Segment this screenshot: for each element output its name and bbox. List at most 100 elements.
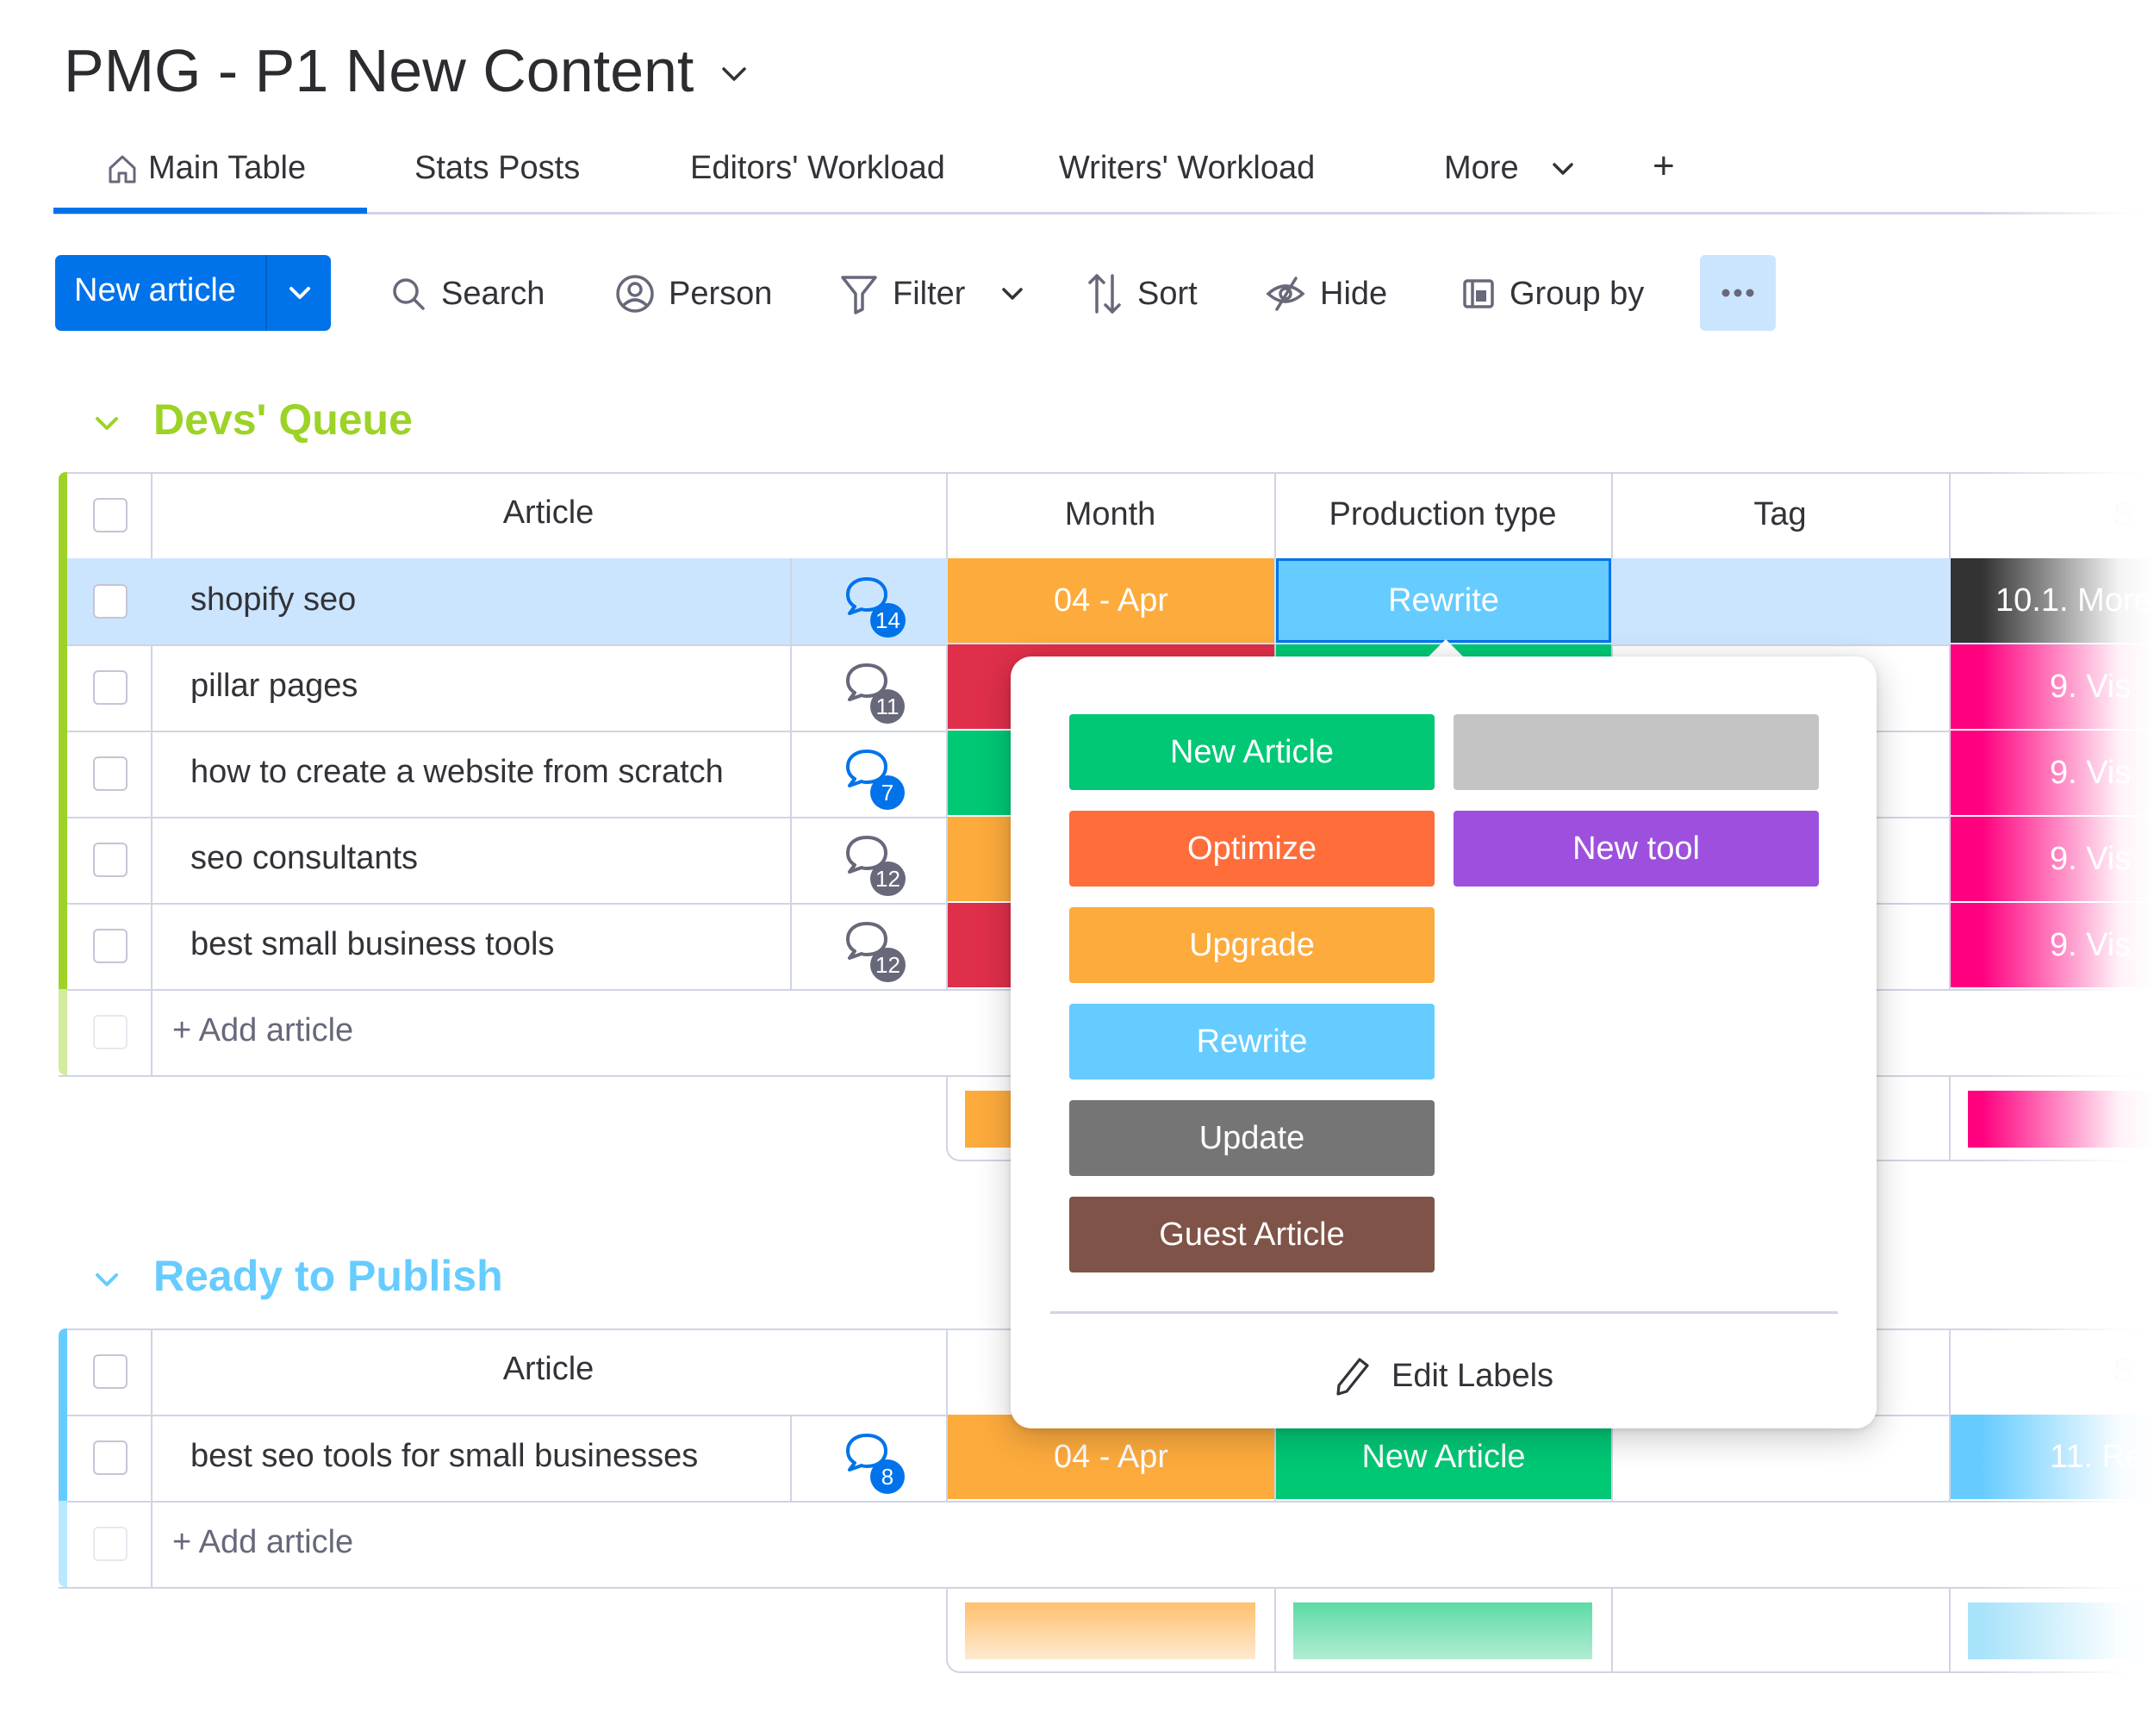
- status-cell[interactable]: 9. Vis: [1951, 731, 2154, 815]
- status-summary-bar[interactable]: [1968, 1091, 2154, 1148]
- month-cell[interactable]: 04 - Apr: [948, 558, 1274, 643]
- search-label: Search: [441, 275, 545, 312]
- comment-count-badge: 8: [870, 1459, 905, 1494]
- popup-divider: [1050, 1311, 1838, 1314]
- more-actions-button[interactable]: [1700, 255, 1776, 331]
- column-divider: [790, 903, 792, 989]
- row-checkbox[interactable]: [93, 670, 128, 705]
- row-checkbox[interactable]: [93, 843, 128, 877]
- label-option[interactable]: Rewrite: [1069, 1004, 1435, 1080]
- sort-label: Sort: [1137, 275, 1198, 312]
- new-article-button[interactable]: New article: [55, 255, 331, 331]
- board-title[interactable]: PMG - P1 New Content: [64, 36, 694, 105]
- comments-button[interactable]: 12: [844, 832, 913, 896]
- article-name[interactable]: shopify seo: [190, 582, 356, 619]
- edit-labels-button[interactable]: Edit Labels: [1331, 1346, 1553, 1406]
- sort-icon: [1088, 274, 1121, 314]
- add-view-button[interactable]: +: [1653, 145, 1675, 188]
- label-option[interactable]: Guest Article: [1069, 1197, 1435, 1272]
- chevron-down-icon[interactable]: [284, 277, 315, 308]
- status-cell[interactable]: 9. Vis: [1951, 903, 2154, 987]
- more-dots-icon: [1721, 289, 1754, 297]
- label-option[interactable]: Optimize: [1069, 811, 1435, 887]
- hide-button[interactable]: Hide: [1265, 269, 1387, 319]
- article-name[interactable]: best seo tools for small businesses: [190, 1438, 698, 1475]
- person-label: Person: [669, 275, 773, 312]
- filter-button[interactable]: Filter: [839, 269, 1027, 319]
- group-title[interactable]: Ready to Publish: [153, 1251, 503, 1301]
- tab-label: More: [1444, 150, 1519, 186]
- tag-cell[interactable]: [1613, 558, 1949, 643]
- tab-main-table[interactable]: Main Table: [105, 150, 306, 187]
- column-header-status[interactable]: S: [1949, 496, 2154, 533]
- collapse-group-icon[interactable]: [90, 407, 123, 439]
- article-name[interactable]: pillar pages: [190, 668, 358, 705]
- label-option[interactable]: Update: [1069, 1100, 1435, 1176]
- row-checkbox[interactable]: [93, 929, 128, 963]
- column-divider: [790, 731, 792, 817]
- group-by-button[interactable]: Group by: [1461, 269, 1644, 319]
- row-checkbox[interactable]: [93, 584, 128, 619]
- column-header-month[interactable]: Month: [946, 496, 1274, 533]
- column-header-status[interactable]: S: [1949, 1353, 2154, 1390]
- button-divider: [265, 255, 267, 331]
- tab-writers-workload[interactable]: Writers' Workload: [1059, 150, 1315, 187]
- month-summary-bar[interactable]: [965, 1602, 1255, 1659]
- person-filter-button[interactable]: Person: [615, 269, 772, 319]
- column-divider: [1274, 1587, 1276, 1673]
- comment-count-badge: 12: [870, 948, 906, 982]
- comments-button[interactable]: 7: [844, 746, 913, 810]
- column-header-article[interactable]: Article: [151, 1351, 946, 1388]
- group-color-bar: [59, 1501, 67, 1587]
- comments-button[interactable]: 12: [844, 918, 913, 982]
- chevron-down-icon[interactable]: [717, 57, 751, 91]
- status-cell[interactable]: 9. Vis: [1951, 644, 2154, 729]
- status-cell[interactable]: 9. Vis: [1951, 817, 2154, 901]
- production-type-cell[interactable]: Rewrite: [1276, 558, 1611, 643]
- comment-count-badge: 12: [870, 862, 906, 896]
- add-row-checkbox: [93, 1015, 128, 1049]
- select-all-checkbox[interactable]: [93, 498, 128, 532]
- collapse-group-icon[interactable]: [90, 1263, 123, 1296]
- sort-button[interactable]: Sort: [1086, 269, 1198, 319]
- column-header-article[interactable]: Article: [151, 495, 946, 532]
- tab-stats-posts[interactable]: Stats Posts: [414, 150, 580, 187]
- status-cell[interactable]: 11. Rea: [1951, 1415, 2154, 1499]
- column-divider: [1949, 1587, 1951, 1673]
- comment-count-badge: 7: [870, 775, 905, 810]
- row-checkbox[interactable]: [93, 1440, 128, 1475]
- tab-more[interactable]: More: [1444, 150, 1578, 187]
- status-cell[interactable]: 10.1. More: [1951, 558, 2154, 643]
- column-divider: [1949, 1075, 1951, 1161]
- select-all-checkbox[interactable]: [93, 1354, 128, 1389]
- column-header-tag[interactable]: Tag: [1611, 496, 1949, 533]
- search-button[interactable]: Search: [389, 269, 545, 319]
- label-picker-popup: New Article Optimize New tool Upgrade Re…: [1011, 656, 1877, 1428]
- tabs-divider: [53, 212, 2154, 215]
- comment-count-badge: 11: [870, 689, 905, 724]
- comments-button[interactable]: 8: [844, 1430, 913, 1494]
- add-article-input[interactable]: + Add article: [172, 1524, 353, 1561]
- group-by-label: Group by: [1510, 275, 1645, 312]
- label-option[interactable]: New Article: [1069, 714, 1435, 790]
- row-checkbox[interactable]: [93, 756, 128, 791]
- tab-editors-workload[interactable]: Editors' Workload: [690, 150, 945, 187]
- production-summary-bar[interactable]: [1293, 1602, 1592, 1659]
- article-name[interactable]: how to create a website from scratch: [190, 754, 724, 791]
- comments-button[interactable]: 11: [844, 660, 913, 724]
- status-summary-bar[interactable]: [1968, 1602, 2154, 1659]
- label-option[interactable]: Upgrade: [1069, 907, 1435, 983]
- filter-icon: [841, 276, 877, 314]
- chevron-down-icon[interactable]: [998, 279, 1027, 308]
- article-name[interactable]: best small business tools: [190, 926, 554, 963]
- add-article-input[interactable]: + Add article: [172, 1012, 353, 1049]
- active-tab-indicator: [53, 208, 367, 214]
- column-divider: [790, 817, 792, 903]
- group-title[interactable]: Devs' Queue: [153, 395, 413, 445]
- column-divider: [790, 558, 792, 644]
- column-header-production-type[interactable]: Production type: [1274, 496, 1611, 533]
- label-option[interactable]: [1454, 714, 1819, 790]
- label-option[interactable]: New tool: [1454, 811, 1819, 887]
- comments-button[interactable]: 14: [844, 574, 913, 638]
- article-name[interactable]: seo consultants: [190, 840, 418, 877]
